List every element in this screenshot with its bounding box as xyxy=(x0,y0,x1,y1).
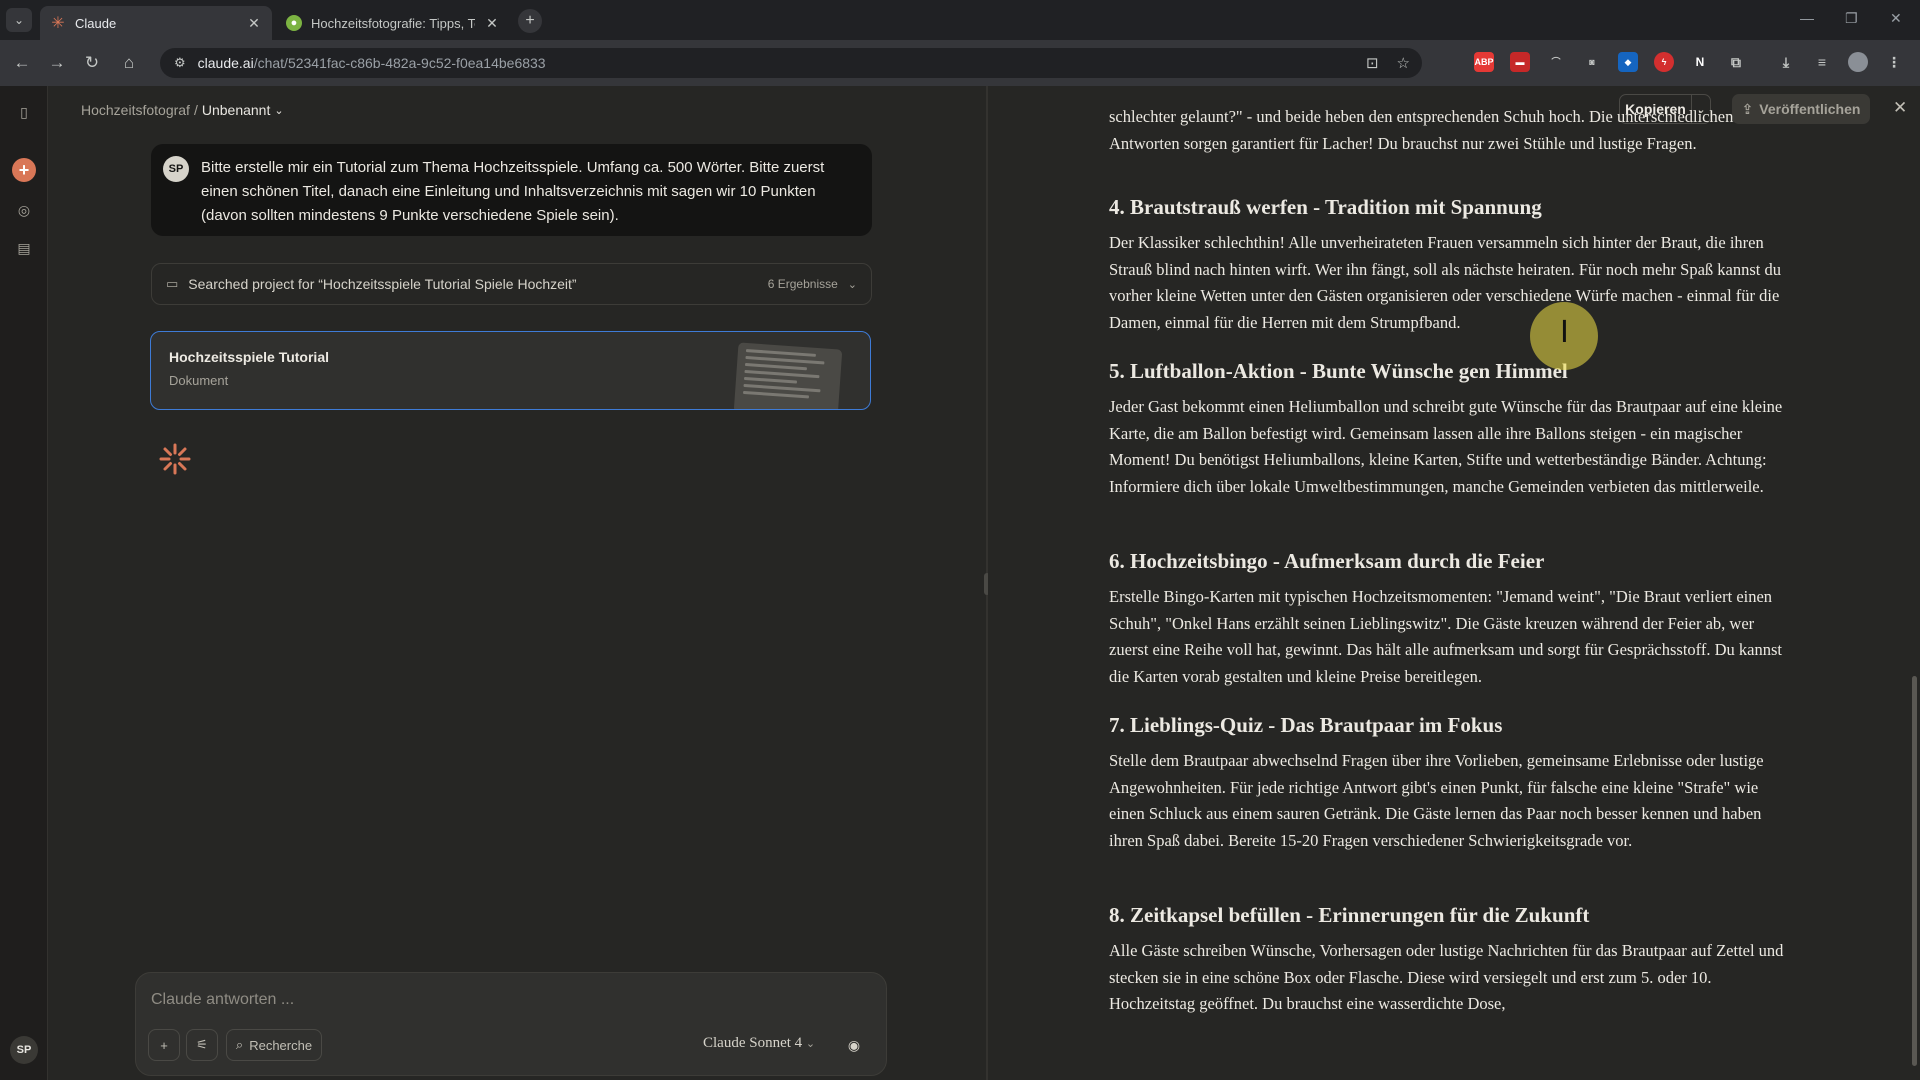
section-heading: 7. Lieblings-Quiz - Das Brautpaar im Fok… xyxy=(1109,713,1503,737)
artifact-scrollbar[interactable] xyxy=(1912,676,1917,1066)
extension-wave-icon[interactable]: ⌒ xyxy=(1546,52,1566,72)
restore-icon[interactable]: ❐ xyxy=(1845,10,1858,27)
adblock-extension-icon[interactable]: ABP xyxy=(1474,52,1494,72)
search-document-icon: ▭ xyxy=(166,276,179,291)
tools-settings-button[interactable]: ⚟ xyxy=(186,1029,218,1061)
user-message: SP Bitte erstelle mir ein Tutorial zum T… xyxy=(151,144,872,236)
chats-search-icon[interactable]: ◎ xyxy=(14,200,34,220)
chevron-down-icon[interactable]: ⌄ xyxy=(274,104,283,117)
search-result-count: 6 Ergebnisse xyxy=(767,277,838,291)
section-heading: 4. Brautstrauß werfen - Tradition mit Sp… xyxy=(1109,195,1542,219)
bookmark-star-icon[interactable]: ☆ xyxy=(1397,54,1410,72)
breadcrumb-separator: / xyxy=(193,102,198,118)
loading-spinner-icon xyxy=(159,443,191,475)
back-icon[interactable]: ← xyxy=(10,51,34,75)
browser-tab-bar: ⌄ ✳ Claude ✕ ● Hochzeitsfotografie: Tipp… xyxy=(0,0,1920,40)
camera-extension-icon[interactable]: ◙ xyxy=(1582,52,1602,72)
sidebar-toggle-icon[interactable]: ▯ xyxy=(14,102,34,122)
sidebar-rail: ▯ + ◎ ▤ SP xyxy=(0,86,48,1080)
model-name: Claude Sonnet 4 xyxy=(703,1035,803,1051)
paragraph: Der Klassiker schlechthin! Alle unverhei… xyxy=(1109,233,1781,332)
shield-extension-icon[interactable]: ◆ xyxy=(1618,52,1638,72)
artifact-panel: Kopieren ⌄ ⇪ Veröffentlichen ✕ schlechte… xyxy=(988,86,1920,1080)
site-settings-icon[interactable]: ⚙ xyxy=(174,55,186,71)
tab-title: Hochzeitsfotografie: Tipps, Tec xyxy=(311,15,475,31)
chat-pane: Hochzeitsfotograf / Unbenannt ⌄ SP Bitte… xyxy=(48,86,986,1080)
home-icon[interactable]: ⌂ xyxy=(117,51,141,75)
model-selector[interactable]: Claude Sonnet 4 ⌄ xyxy=(703,1035,815,1052)
site-favicon-icon: ● xyxy=(286,15,302,31)
url-text: claude.ai/chat/52341fac-c86b-482a-9c52-f… xyxy=(197,55,546,71)
more-menu-icon[interactable]: ⋮ xyxy=(1884,52,1904,72)
reload-icon[interactable]: ↻ xyxy=(80,51,104,75)
address-bar[interactable]: ⚙ claude.ai/chat/52341fac-c86b-482a-9c52… xyxy=(160,48,1422,78)
extension-bolt-icon[interactable]: ϟ xyxy=(1654,52,1674,72)
add-attachment-button[interactable]: + xyxy=(148,1029,180,1061)
install-app-icon[interactable]: ⊡ xyxy=(1366,54,1379,72)
close-icon[interactable]: ✕ xyxy=(484,15,500,32)
research-label: Recherche xyxy=(249,1037,313,1053)
section-heading: 8. Zeitkapsel befüllen - Erinnerungen fü… xyxy=(1109,903,1590,927)
reply-input[interactable]: Claude antworten ... xyxy=(151,991,294,1009)
user-avatar: SP xyxy=(163,156,189,182)
claude-app: ▯ + ◎ ▤ SP Hochzeitsfotograf / Unbenannt… xyxy=(0,86,1920,1080)
search-label: Searched project for “Hochzeitsspiele Tu… xyxy=(188,276,577,292)
close-icon[interactable]: ✕ xyxy=(246,15,262,32)
chevron-down-icon: ⌄ xyxy=(805,1038,816,1050)
close-artifact-icon[interactable]: ✕ xyxy=(1893,98,1907,118)
section-heading: 5. Luftballon-Aktion - Bunte Wünsche gen… xyxy=(1109,359,1568,383)
media-control-icon[interactable]: ≡ xyxy=(1812,52,1832,72)
section-heading: 6. Hochzeitsbingo - Aufmerksam durch die… xyxy=(1109,549,1545,573)
paragraph: Alle Gäste schreiben Wünsche, Vorhersage… xyxy=(1109,941,1784,1014)
forward-icon[interactable]: → xyxy=(45,51,69,75)
user-message-text: Bitte erstelle mir ein Tutorial zum Them… xyxy=(201,159,825,224)
tab-title: Claude xyxy=(75,15,117,31)
research-search-icon: ⌕ xyxy=(235,1037,244,1052)
extension-red-icon[interactable]: ▬ xyxy=(1510,52,1530,72)
notion-extension-icon[interactable]: N xyxy=(1690,52,1710,72)
voice-mode-icon[interactable]: ◉ xyxy=(838,1029,870,1061)
paragraph: Jeder Gast bekommt einen Heliumballon un… xyxy=(1109,397,1783,496)
paragraph: schlechter gelaunt?" - und beide heben d… xyxy=(1109,107,1734,153)
message-composer[interactable]: Claude antworten ... + ⚟ ⌕ Recherche Clau… xyxy=(135,972,887,1076)
browser-toolbar: ← → ↻ ⌂ ⚙ claude.ai/chat/52341fac-c86b-4… xyxy=(0,40,1920,86)
breadcrumb-project[interactable]: Hochzeitsfotograf xyxy=(81,102,190,118)
profile-avatar-icon[interactable] xyxy=(1848,52,1868,72)
text-cursor-icon: I xyxy=(1560,315,1569,350)
account-avatar[interactable]: SP xyxy=(10,1036,38,1064)
extensions-puzzle-icon[interactable]: ⧉ xyxy=(1726,52,1746,72)
minimize-icon[interactable]: — xyxy=(1800,10,1814,26)
tab-search-button[interactable]: ⌄ xyxy=(6,8,32,32)
tab-hochzeitsfotografie[interactable]: ● Hochzeitsfotografie: Tipps, Tec ✕ xyxy=(276,6,510,40)
artifact-card[interactable]: Hochzeitsspiele Tutorial Dokument xyxy=(150,331,871,410)
new-tab-button[interactable]: + xyxy=(518,9,542,33)
download-icon[interactable]: ⤓ xyxy=(1776,52,1796,72)
chat-title[interactable]: Unbenannt xyxy=(202,102,271,118)
paragraph: Stelle dem Brautpaar abwechselnd Fragen … xyxy=(1109,751,1764,850)
projects-icon[interactable]: ▤ xyxy=(14,238,34,258)
breadcrumb: Hochzeitsfotograf / Unbenannt ⌄ xyxy=(81,102,284,118)
document-thumbnail xyxy=(733,342,843,409)
paragraph: Erstelle Bingo-Karten mit typischen Hoch… xyxy=(1109,587,1782,686)
window-close-icon[interactable]: ✕ xyxy=(1890,10,1902,27)
tab-claude[interactable]: ✳ Claude ✕ xyxy=(40,6,272,40)
research-button[interactable]: ⌕ Recherche xyxy=(226,1029,322,1061)
new-chat-button[interactable]: + xyxy=(12,158,36,182)
chevron-down-icon: ⌄ xyxy=(847,278,857,291)
claude-logo-icon: ✳ xyxy=(51,15,65,32)
project-search-result[interactable]: ▭ Searched project for “Hochzeitsspiele … xyxy=(151,263,872,305)
